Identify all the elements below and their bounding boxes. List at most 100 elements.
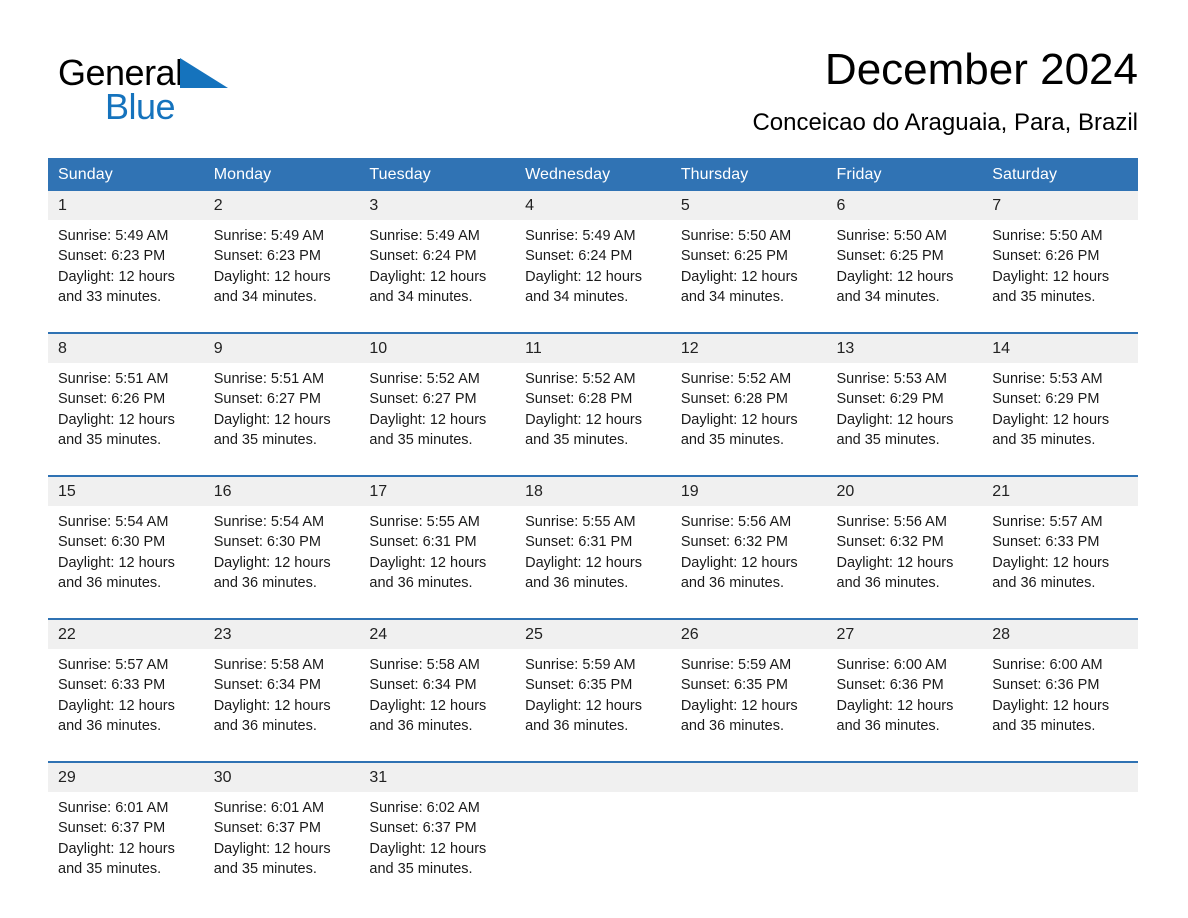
sunrise-line: Sunrise: 5:57 AM xyxy=(992,514,1103,530)
page-title: December 2024 xyxy=(824,45,1138,94)
sunset-line: Sunset: 6:32 PM xyxy=(836,534,944,551)
day-detail-cell[interactable]: Sunrise: 5:59 AM Sunset: 6:35 PM Daylight:… xyxy=(670,649,827,762)
day-detail-cell[interactable]: Sunrise: 5:49 AM Sunset: 6:23 PM Daylight:… xyxy=(48,220,204,333)
week-detail-row: Sunrise: 5:49 AM Sunset: 6:23 PM Daylight:… xyxy=(48,220,1138,333)
day-number-cell[interactable]: 19 xyxy=(670,475,827,506)
day-detail-cell[interactable]: Sunrise: 5:54 AM Sunset: 6:30 PM Daylight:… xyxy=(48,506,204,619)
empty-day-detail-cell xyxy=(670,792,827,904)
daylight-line-1: Daylight: 12 hours xyxy=(992,697,1110,714)
daylight-line-2: and 35 minutes. xyxy=(369,860,473,877)
day-number-cell[interactable]: 18 xyxy=(515,475,671,506)
calendar-table: Sunday Monday Tuesday Wednesday Thursday… xyxy=(48,158,1138,904)
week-detail-row: Sunrise: 5:57 AM Sunset: 6:33 PM Daylight:… xyxy=(48,649,1138,762)
sunrise-line: Sunrise: 5:55 AM xyxy=(525,514,636,530)
day-number-cell[interactable]: 6 xyxy=(826,191,983,220)
day-number-cell[interactable]: 27 xyxy=(826,618,983,649)
day-detail-cell[interactable]: Sunrise: 5:50 AM Sunset: 6:26 PM Daylight:… xyxy=(982,220,1138,333)
daylight-line-1: Daylight: 12 hours xyxy=(213,268,331,285)
daylight-line-2: and 36 minutes. xyxy=(680,717,784,734)
day-detail-cell[interactable]: Sunrise: 5:52 AM Sunset: 6:27 PM Daylight:… xyxy=(359,363,516,476)
day-number-cell[interactable]: 9 xyxy=(203,332,360,363)
day-detail-cell[interactable]: Sunrise: 5:59 AM Sunset: 6:35 PM Daylight:… xyxy=(515,649,671,762)
day-number-cell[interactable]: 22 xyxy=(48,618,204,649)
sunrise-line: Sunrise: 6:01 AM xyxy=(213,800,325,816)
day-number-cell[interactable]: 30 xyxy=(203,761,360,792)
day-detail-cell[interactable]: Sunrise: 5:53 AM Sunset: 6:29 PM Daylight:… xyxy=(826,363,983,476)
day-detail-cell[interactable]: Sunrise: 5:54 AM Sunset: 6:30 PM Daylight:… xyxy=(203,506,360,619)
daylight-line-1: Daylight: 12 hours xyxy=(525,268,642,285)
sunset-line: Sunset: 6:34 PM xyxy=(213,677,321,694)
day-number-cell[interactable]: 1 xyxy=(48,191,204,220)
sunset-line: Sunset: 6:27 PM xyxy=(213,391,321,408)
day-detail-cell[interactable]: Sunrise: 5:58 AM Sunset: 6:34 PM Daylight:… xyxy=(203,649,360,762)
weekday-header-friday: Friday xyxy=(826,158,983,191)
sunset-line: Sunset: 6:28 PM xyxy=(680,391,789,408)
sunrise-line: Sunrise: 6:00 AM xyxy=(836,657,947,673)
daylight-line-2: and 34 minutes. xyxy=(369,288,473,305)
day-detail-cell[interactable]: Sunrise: 5:56 AM Sunset: 6:32 PM Daylight:… xyxy=(670,506,827,619)
day-detail-cell[interactable]: Sunrise: 6:02 AM Sunset: 6:37 PM Daylight:… xyxy=(359,792,516,904)
day-detail-cell[interactable]: Sunrise: 5:52 AM Sunset: 6:28 PM Daylight:… xyxy=(515,363,671,476)
day-detail-cell[interactable]: Sunrise: 5:56 AM Sunset: 6:32 PM Daylight:… xyxy=(826,506,983,619)
sunset-line: Sunset: 6:37 PM xyxy=(369,820,477,837)
day-number-cell[interactable]: 15 xyxy=(48,475,204,506)
daylight-line-1: Daylight: 12 hours xyxy=(369,554,487,571)
daylight-line-1: Daylight: 12 hours xyxy=(525,697,642,714)
day-number-cell[interactable]: 29 xyxy=(48,761,204,792)
day-number-cell[interactable]: 7 xyxy=(982,191,1138,220)
day-detail-lines: Sunrise: 5:49 AM Sunset: 6:23 PM Daylight:… xyxy=(58,226,198,307)
day-number-cell[interactable]: 28 xyxy=(982,618,1138,649)
day-number-cell[interactable]: 24 xyxy=(359,618,516,649)
day-detail-cell[interactable]: Sunrise: 5:52 AM Sunset: 6:28 PM Daylight:… xyxy=(670,363,827,476)
day-detail-cell[interactable]: Sunrise: 5:57 AM Sunset: 6:33 PM Daylight:… xyxy=(982,506,1138,619)
day-detail-cell[interactable]: Sunrise: 6:00 AM Sunset: 6:36 PM Daylight:… xyxy=(826,649,983,762)
day-detail-cell[interactable]: Sunrise: 5:50 AM Sunset: 6:25 PM Daylight:… xyxy=(826,220,983,333)
day-number-cell[interactable]: 25 xyxy=(515,618,671,649)
day-number-cell[interactable]: 20 xyxy=(826,475,983,506)
day-detail-cell[interactable]: Sunrise: 5:51 AM Sunset: 6:27 PM Daylight:… xyxy=(203,363,360,476)
day-number-cell[interactable]: 2 xyxy=(203,191,360,220)
day-detail-cell[interactable]: Sunrise: 5:55 AM Sunset: 6:31 PM Daylight:… xyxy=(515,506,671,619)
sunrise-line: Sunrise: 5:50 AM xyxy=(836,228,947,244)
day-detail-cell[interactable]: Sunrise: 5:55 AM Sunset: 6:31 PM Daylight:… xyxy=(359,506,516,619)
day-number-cell[interactable]: 21 xyxy=(982,475,1138,506)
sunrise-line: Sunrise: 5:58 AM xyxy=(369,657,480,673)
day-detail-cell[interactable]: Sunrise: 5:53 AM Sunset: 6:29 PM Daylight:… xyxy=(982,363,1138,476)
day-number-cell[interactable]: 14 xyxy=(982,332,1138,363)
day-number-cell[interactable]: 13 xyxy=(826,332,983,363)
day-detail-cell[interactable]: Sunrise: 6:00 AM Sunset: 6:36 PM Daylight:… xyxy=(982,649,1138,762)
day-detail-cell[interactable]: Sunrise: 5:58 AM Sunset: 6:34 PM Daylight:… xyxy=(359,649,516,762)
day-detail-cell[interactable]: Sunrise: 5:49 AM Sunset: 6:23 PM Daylight:… xyxy=(203,220,360,333)
day-number-cell[interactable]: 3 xyxy=(359,191,516,220)
day-number-cell[interactable]: 12 xyxy=(670,332,827,363)
day-number-cell[interactable]: 8 xyxy=(48,332,204,363)
day-number-cell[interactable]: 11 xyxy=(515,332,671,363)
sunset-line: Sunset: 6:34 PM xyxy=(369,677,477,694)
sunset-line: Sunset: 6:25 PM xyxy=(836,248,944,265)
day-number-cell[interactable]: 31 xyxy=(359,761,516,792)
day-detail-lines: Sunrise: 5:54 AM Sunset: 6:30 PM Daylight:… xyxy=(58,512,198,593)
day-number-cell[interactable]: 26 xyxy=(670,618,827,649)
day-number-cell[interactable]: 4 xyxy=(515,191,671,220)
day-number-cell[interactable]: 16 xyxy=(203,475,360,506)
generalblue-logo: General Blue xyxy=(58,52,318,132)
weekday-header-row: Sunday Monday Tuesday Wednesday Thursday… xyxy=(48,158,1138,191)
day-detail-lines: Sunrise: 5:56 AM Sunset: 6:32 PM Daylight:… xyxy=(837,512,977,593)
day-number-cell[interactable]: 10 xyxy=(359,332,516,363)
day-detail-lines: Sunrise: 5:52 AM Sunset: 6:28 PM Daylight:… xyxy=(681,369,821,450)
sunrise-line: Sunrise: 5:58 AM xyxy=(213,657,325,673)
day-number-cell[interactable]: 23 xyxy=(203,618,360,649)
day-detail-cell[interactable]: Sunrise: 5:51 AM Sunset: 6:26 PM Daylight:… xyxy=(48,363,204,476)
page-subtitle: Conceicao do Araguaia, Para, Brazil xyxy=(752,109,1138,136)
day-detail-cell[interactable]: Sunrise: 6:01 AM Sunset: 6:37 PM Daylight:… xyxy=(48,792,204,904)
day-number-cell[interactable]: 5 xyxy=(670,191,827,220)
day-detail-cell[interactable]: Sunrise: 5:49 AM Sunset: 6:24 PM Daylight:… xyxy=(359,220,516,333)
day-detail-cell[interactable]: Sunrise: 5:50 AM Sunset: 6:25 PM Daylight:… xyxy=(670,220,827,333)
sunset-line: Sunset: 6:32 PM xyxy=(680,534,789,551)
day-detail-cell[interactable]: Sunrise: 5:49 AM Sunset: 6:24 PM Daylight:… xyxy=(515,220,671,333)
day-detail-cell[interactable]: Sunrise: 6:01 AM Sunset: 6:37 PM Daylight:… xyxy=(203,792,360,904)
day-detail-lines: Sunrise: 5:52 AM Sunset: 6:28 PM Daylight:… xyxy=(525,369,665,450)
day-number-cell[interactable]: 17 xyxy=(359,475,516,506)
day-detail-cell[interactable]: Sunrise: 5:57 AM Sunset: 6:33 PM Daylight:… xyxy=(48,649,204,762)
weekday-header-wednesday: Wednesday xyxy=(515,158,671,191)
